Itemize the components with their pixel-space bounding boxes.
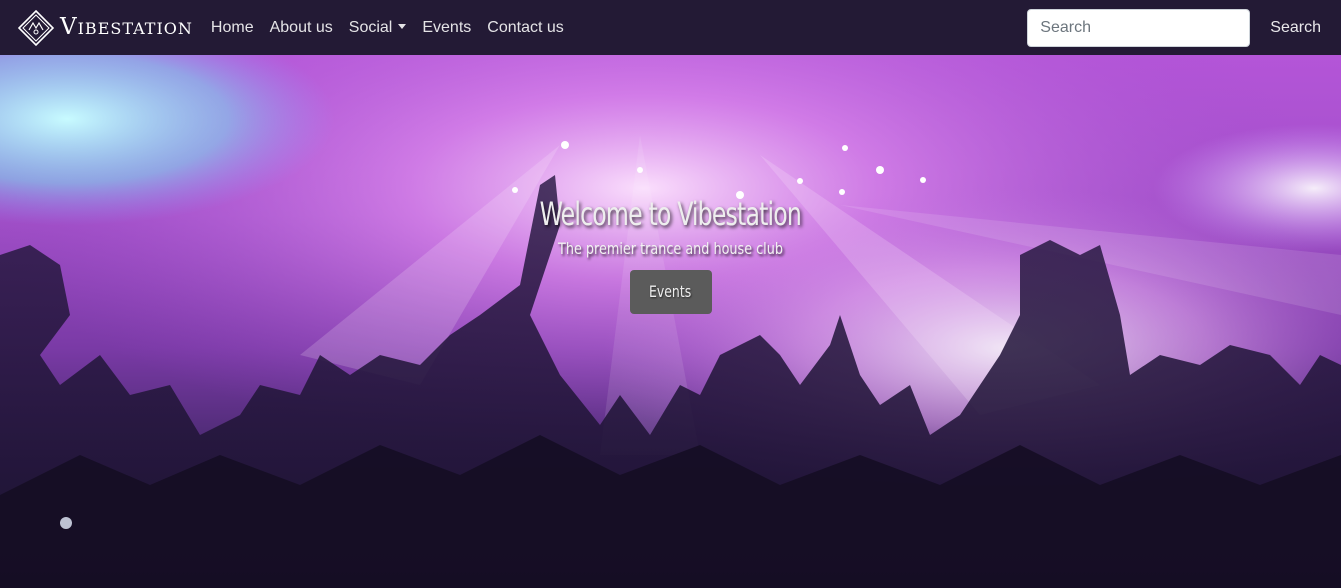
hero-title: Welcome to Vibestation [539, 195, 802, 233]
top-navbar: Vibestation Home About us Social Events … [0, 0, 1341, 55]
search-button[interactable]: Search [1250, 9, 1341, 47]
events-button[interactable]: Events [629, 270, 712, 314]
nav-links: Home About us Social Events Contact us [203, 0, 572, 55]
brand-link[interactable]: Vibestation [18, 0, 193, 55]
search-input[interactable] [1027, 8, 1251, 47]
nav-dropdown-social-label: Social [348, 19, 393, 36]
nav-link-contact-us[interactable]: Contact us [479, 0, 571, 55]
nav-link-home[interactable]: Home [203, 0, 262, 55]
brand-name: Vibestation [60, 14, 193, 40]
nav-dropdown-social[interactable]: Social [341, 0, 415, 55]
events-button-label: Events [649, 282, 692, 301]
concert-crowd-image [0, 55, 1341, 588]
hero-subtitle: The premier trance and house club [558, 239, 783, 258]
diamond-logo-icon [18, 9, 54, 46]
nav-link-events[interactable]: Events [414, 0, 479, 55]
caret-down-icon [398, 24, 407, 29]
nav-link-about-us[interactable]: About us [262, 0, 341, 55]
hero-section: Welcome to Vibestation The premier tranc… [0, 55, 1341, 588]
hero-content: Welcome to Vibestation The premier tranc… [0, 195, 1341, 314]
search-form: Search [1027, 0, 1341, 55]
